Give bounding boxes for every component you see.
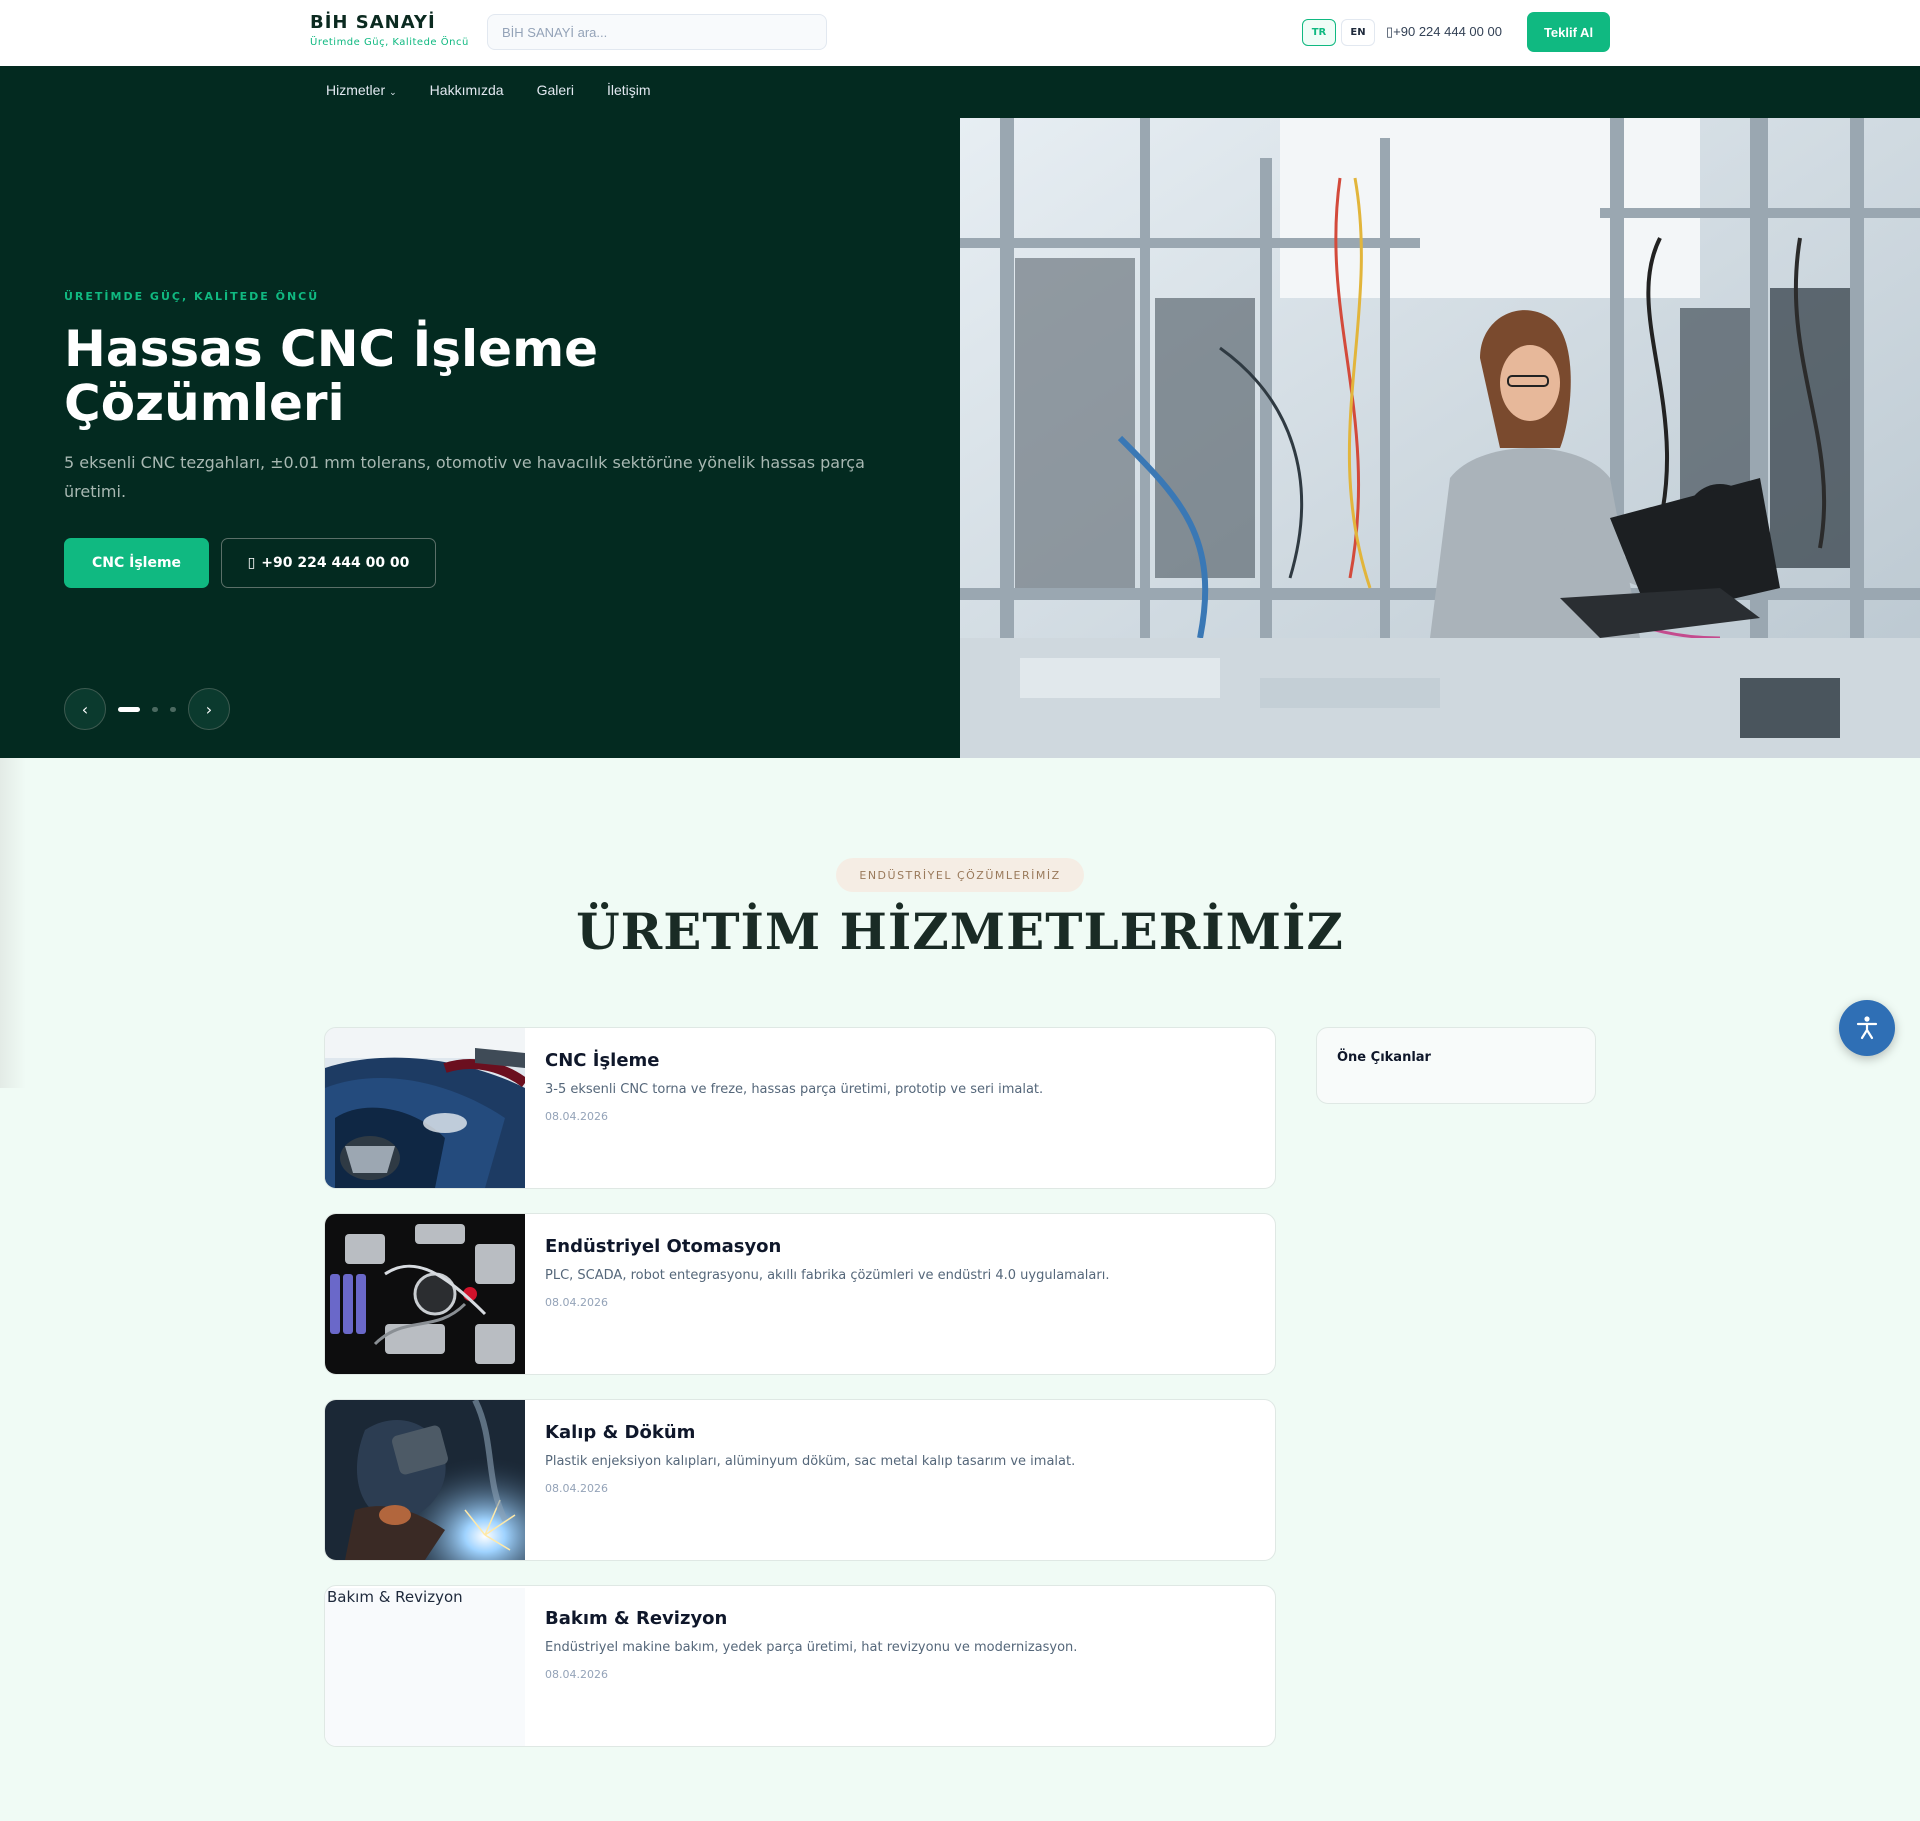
service-title: Endüstriyel Otomasyon bbox=[545, 1236, 782, 1257]
accessibility-button[interactable] bbox=[1839, 1000, 1895, 1056]
hero-image bbox=[960, 118, 1920, 758]
service-image-cnc bbox=[325, 1028, 525, 1188]
section-title: ÜRETİM HİZMETLERİMİZ bbox=[576, 902, 1344, 961]
service-card-cnc[interactable]: CNC İşleme 3-5 eksenli CNC torna ve frez… bbox=[324, 1027, 1276, 1189]
service-description: 3-5 eksenli CNC torna ve freze, hassas p… bbox=[545, 1082, 1044, 1097]
service-title: Bakım & Revizyon bbox=[545, 1608, 728, 1629]
brand-name: BİH SANAYİ bbox=[310, 12, 436, 33]
header-phone-number: +90 224 444 00 00 bbox=[1393, 24, 1502, 39]
slider-dot-2[interactable] bbox=[152, 707, 158, 712]
accessibility-icon bbox=[1856, 1016, 1878, 1040]
service-card-molding[interactable]: Kalıp & Döküm Plastik enjeksiyon kalıpla… bbox=[324, 1399, 1276, 1561]
hero-title: Hassas CNC İşleme Çözümleri bbox=[64, 320, 599, 432]
brand-tagline: Üretimde Güç, Kalitede Öncü bbox=[310, 37, 469, 48]
section-badge: ENDÜSTRİYEL ÇÖZÜMLERİMİZ bbox=[836, 858, 1084, 892]
search-input[interactable] bbox=[487, 14, 827, 50]
service-description: Plastik enjeksiyon kalıpları, alüminyum … bbox=[545, 1454, 1076, 1469]
header-phone-link[interactable]: ▯+90 224 444 00 00 bbox=[1386, 24, 1502, 40]
hero-kicker: ÜRETİMDE GÜÇ, KALİTEDE ÖNCÜ bbox=[64, 290, 320, 303]
service-description: Endüstriyel makine bakım, yedek parça ür… bbox=[545, 1640, 1078, 1655]
phone-icon: ▯ bbox=[247, 555, 256, 571]
service-date: 08.04.2026 bbox=[545, 1110, 608, 1123]
service-image-maintenance: Bakım & Revizyon bbox=[325, 1586, 525, 1746]
main-nav: Hizmetler ⌄ Hakkımızda Galeri İletişim bbox=[326, 82, 684, 98]
brand[interactable]: BİH SANAYİ Üretimde Güç, Kalitede Öncü bbox=[310, 12, 469, 48]
top-header: BİH SANAYİ Üretimde Güç, Kalitede Öncü T… bbox=[0, 0, 1920, 66]
hero-description: 5 eksenli CNC tezgahları, ±0.01 mm toler… bbox=[64, 453, 865, 501]
featured-sidebar: Öne Çıkanlar bbox=[1316, 1027, 1596, 1104]
hero-phone-button[interactable]: ▯ +90 224 444 00 00 bbox=[221, 538, 436, 588]
nav-item-label: Hizmetler bbox=[326, 82, 386, 98]
nav-item-contact[interactable]: İletişim bbox=[607, 82, 651, 98]
service-description: PLC, SCADA, robot entegrasyonu, akıllı f… bbox=[545, 1268, 1110, 1283]
nav-item-services[interactable]: Hizmetler ⌄ bbox=[326, 82, 397, 98]
nav-item-about[interactable]: Hakkımızda bbox=[430, 82, 504, 98]
lang-en-button[interactable]: EN bbox=[1341, 19, 1375, 46]
nav-item-gallery[interactable]: Galeri bbox=[537, 82, 574, 98]
chevron-down-icon: ⌄ bbox=[389, 87, 397, 97]
featured-title: Öne Çıkanlar bbox=[1337, 1050, 1431, 1065]
service-image-molding bbox=[325, 1400, 525, 1560]
service-title: Kalıp & Döküm bbox=[545, 1422, 696, 1443]
broken-image-alt: Bakım & Revizyon bbox=[325, 1588, 525, 1746]
slider-prev-button[interactable]: ‹ bbox=[64, 688, 106, 730]
service-date: 08.04.2026 bbox=[545, 1296, 608, 1309]
service-card-maintenance[interactable]: Bakım & Revizyon Bakım & Revizyon Endüst… bbox=[324, 1585, 1276, 1747]
slider-next-button[interactable]: › bbox=[188, 688, 230, 730]
service-date: 08.04.2026 bbox=[545, 1482, 608, 1495]
slider-dot-3[interactable] bbox=[170, 707, 176, 712]
slider-dot-1[interactable] bbox=[118, 707, 140, 712]
quote-button[interactable]: Teklif Al bbox=[1527, 12, 1610, 52]
service-date: 08.04.2026 bbox=[545, 1668, 608, 1681]
lang-tr-button[interactable]: TR bbox=[1302, 19, 1336, 46]
service-title: CNC İşleme bbox=[545, 1050, 660, 1071]
hero-slider: Hizmetler ⌄ Hakkımızda Galeri İletişim ÜR… bbox=[0, 66, 1920, 758]
service-card-automation[interactable]: Endüstriyel Otomasyon PLC, SCADA, robot … bbox=[324, 1213, 1276, 1375]
service-image-automation bbox=[325, 1214, 525, 1374]
hero-phone-number: +90 224 444 00 00 bbox=[261, 555, 410, 571]
cnc-cta-button[interactable]: CNC İşleme bbox=[64, 538, 209, 588]
